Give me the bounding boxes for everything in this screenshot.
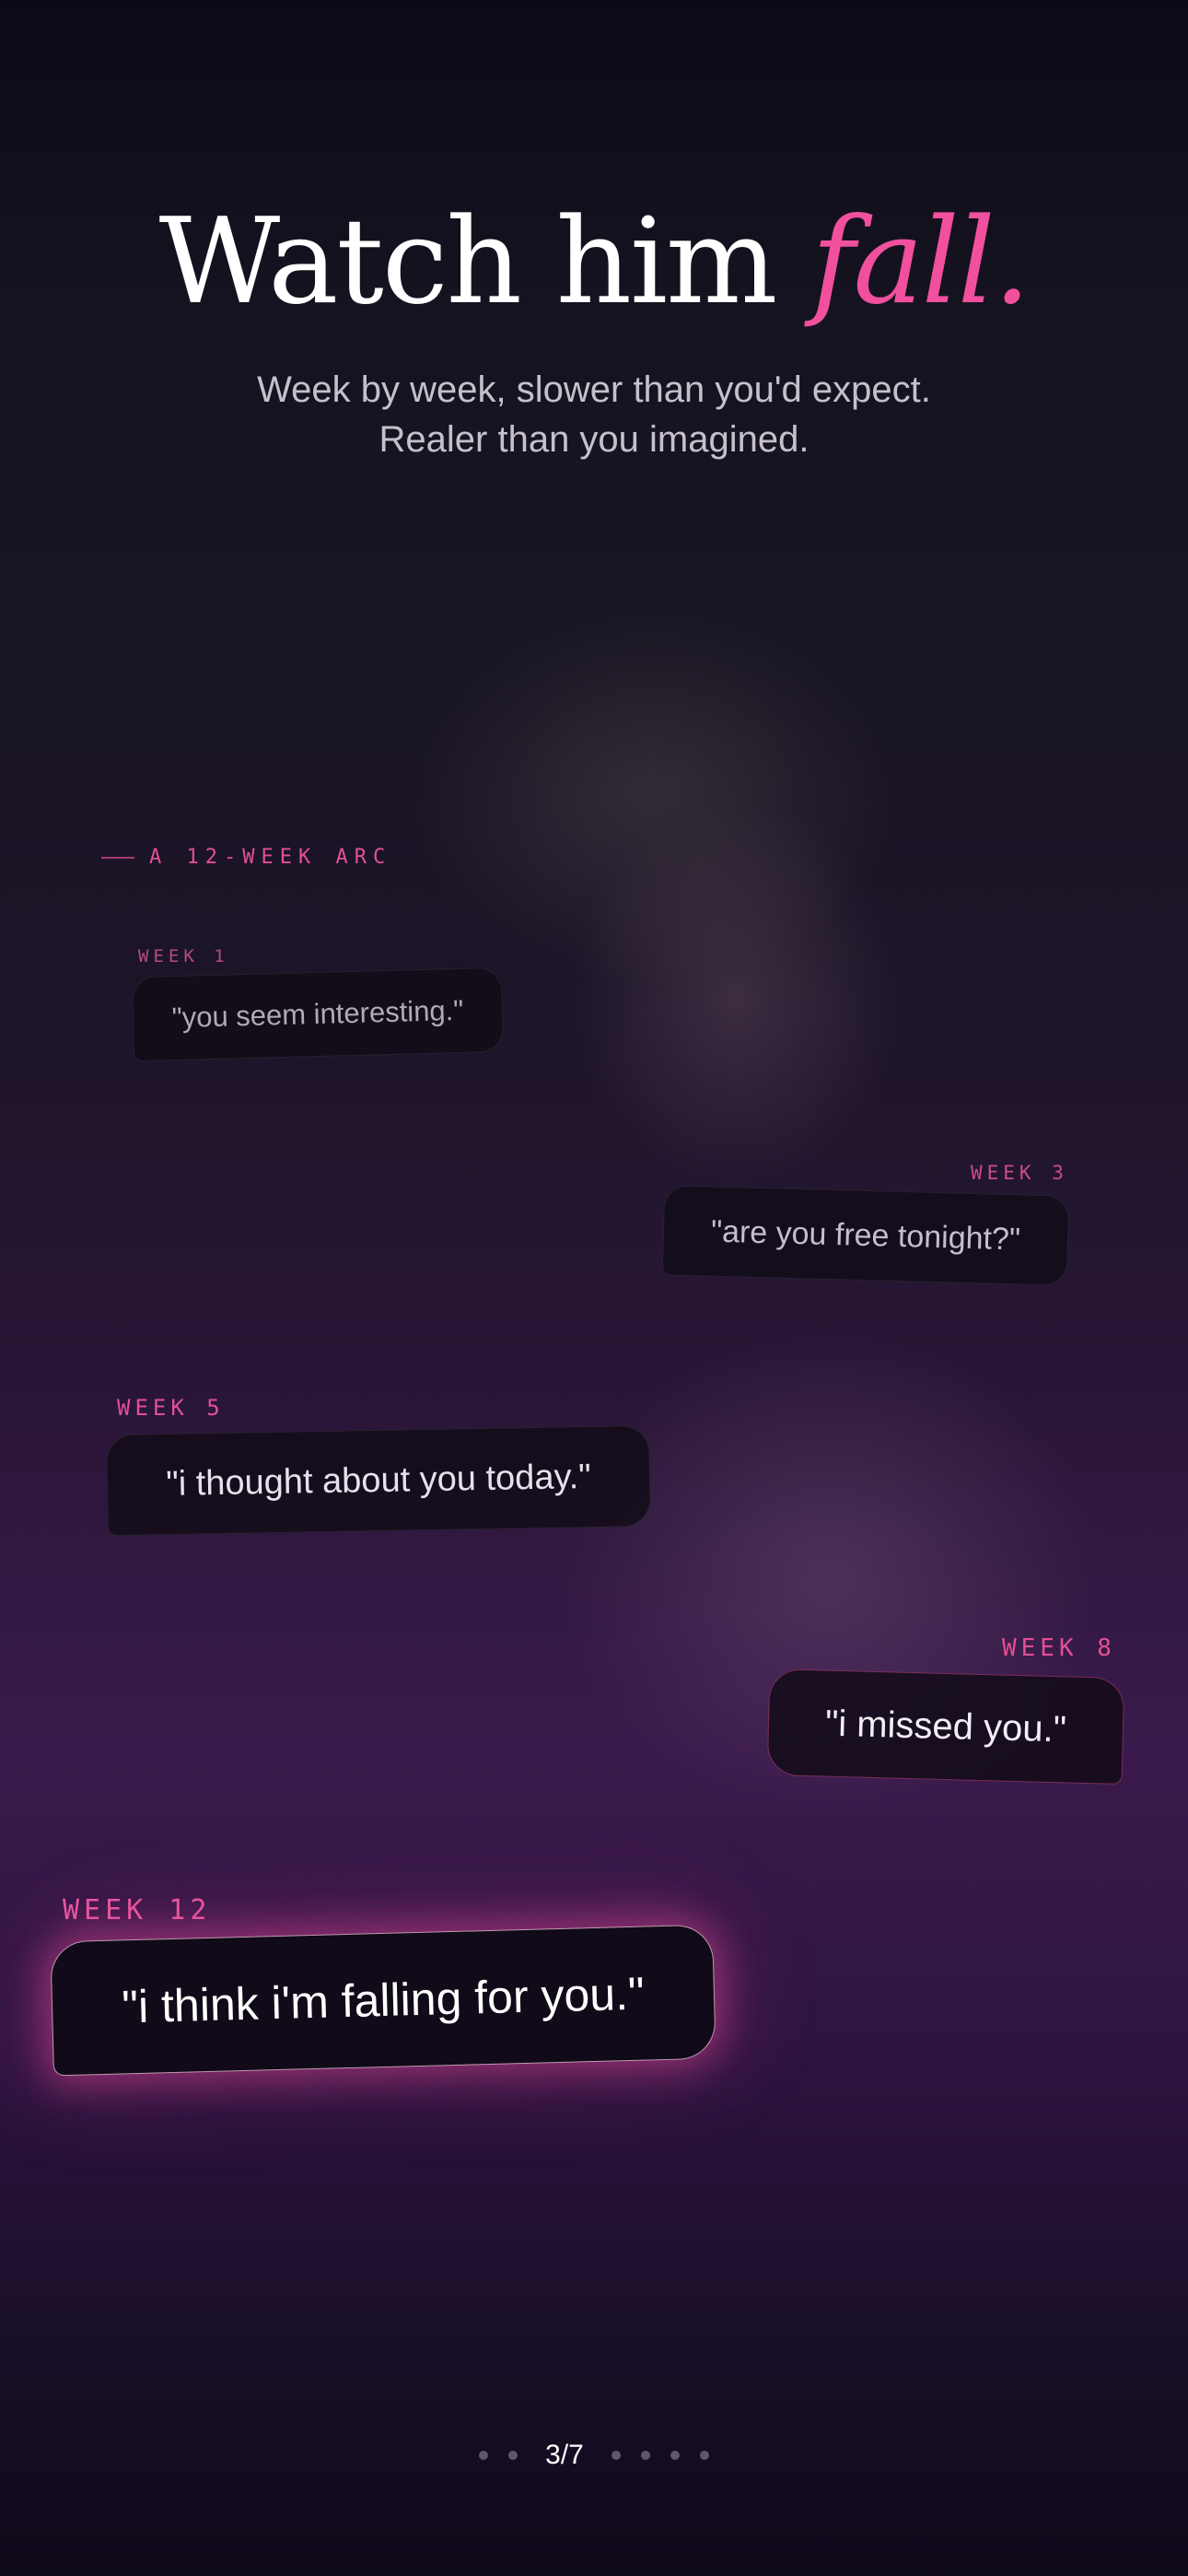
message-bubble-week-1: "you seem interesting." [131,966,505,1062]
week-label-5: WEEK 5 [117,1395,225,1421]
page-dot-4[interactable] [611,2451,621,2460]
page-indicator-label: 3/7 [545,2440,584,2470]
week-label-1: WEEK 1 [138,946,229,966]
page-dot-5[interactable] [640,2451,650,2460]
message-bubble-week-3: "are you free tonight?" [661,1185,1070,1286]
week-label-8: WEEK 8 [1002,1634,1116,1662]
arc-label-text: A 12-WEEK ARC [149,846,392,869]
week-label-3: WEEK 3 [971,1162,1068,1184]
subtitle-line-1: Week by week, slower than you'd expect. [257,369,931,410]
week-label-12: WEEK 12 [63,1894,212,1926]
arc-label-rule [101,856,134,859]
message-bubble-week-8: "i missed you." [766,1668,1125,1786]
subtitle-line-2: Realer than you imagined. [379,419,809,460]
page-dot-1[interactable] [479,2451,489,2460]
title-main: Watch him [158,193,812,331]
page-dot-7[interactable] [699,2451,709,2460]
title-accent: fall. [811,193,1031,331]
message-bubble-week-12: "i think i'm falling for you." [50,1924,716,2077]
page-subtitle: Week by week, slower than you'd expect. … [0,365,1188,464]
page-dot-2[interactable] [508,2451,518,2460]
page-indicator: 3/7 [0,2440,1188,2471]
page-dot-6[interactable] [670,2451,680,2460]
arc-label: A 12-WEEK ARC [101,846,391,869]
page-title: Watch him fall. [0,193,1188,332]
message-bubble-week-5: "i thought about you today." [106,1424,651,1537]
